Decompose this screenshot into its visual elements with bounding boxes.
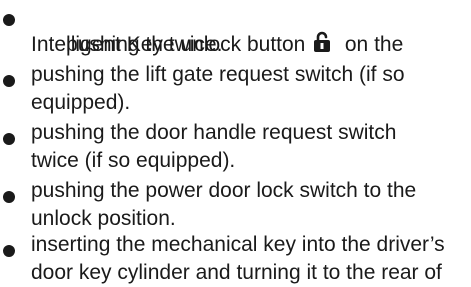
list-item-text: pushing the lift gate request switch (if… [31, 63, 405, 86]
list-item-text-line2: equipped). [31, 91, 131, 114]
bullet-icon [3, 191, 15, 203]
list-item-text-line2: twice (if so equipped). [31, 149, 236, 172]
list-item-text: pushing the power door lock switch to th… [31, 179, 417, 202]
list-item-text-line2: unlock position. [31, 207, 176, 230]
list-item-text-line2: door key cylinder and turning it to the … [31, 261, 442, 284]
bullet-icon [3, 14, 15, 26]
list-item-text: inserting the mechanical key into the dr… [31, 233, 445, 256]
bullet-icon [3, 75, 15, 87]
bullet-icon [3, 245, 15, 257]
list-item-text-line2: Intelligent Key twice. [31, 33, 223, 56]
list-item-text: pushing the door handle request switch [31, 121, 397, 144]
bullet-icon [3, 133, 15, 145]
